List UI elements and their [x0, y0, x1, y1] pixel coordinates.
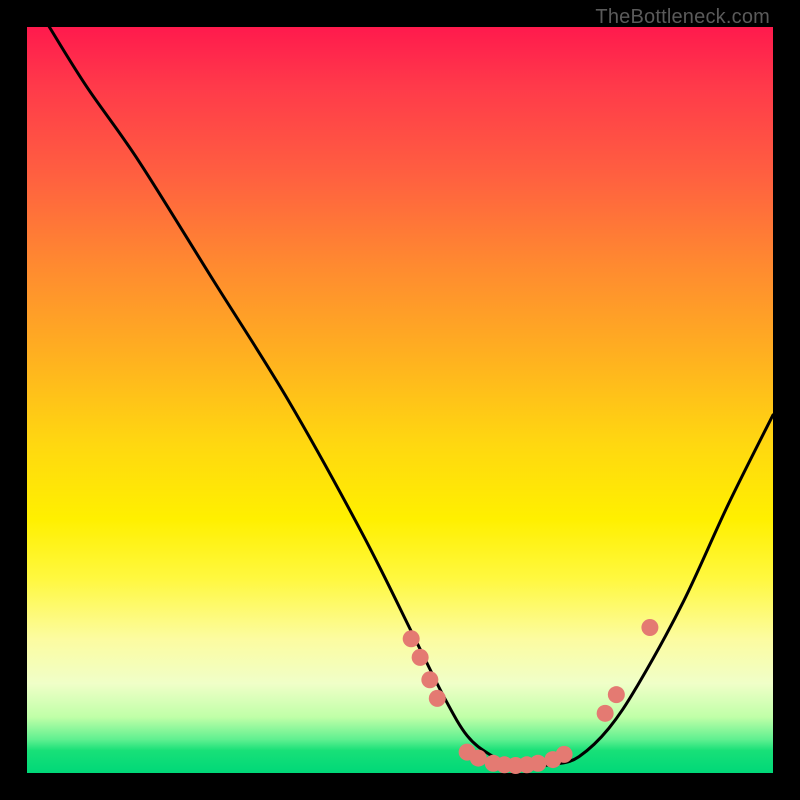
data-point	[412, 649, 429, 666]
data-point	[421, 671, 438, 688]
data-point	[530, 755, 547, 772]
data-point	[608, 686, 625, 703]
data-point	[429, 690, 446, 707]
data-point	[470, 750, 487, 767]
data-point	[556, 746, 573, 763]
chart-svg	[27, 27, 773, 773]
chart-frame: TheBottleneck.com	[0, 0, 800, 800]
bottleneck-curve	[27, 0, 773, 766]
plot-area	[27, 27, 773, 773]
data-point	[597, 705, 614, 722]
data-point	[641, 619, 658, 636]
data-point	[403, 630, 420, 647]
curve-markers	[403, 619, 659, 774]
watermark-text: TheBottleneck.com	[595, 6, 770, 29]
